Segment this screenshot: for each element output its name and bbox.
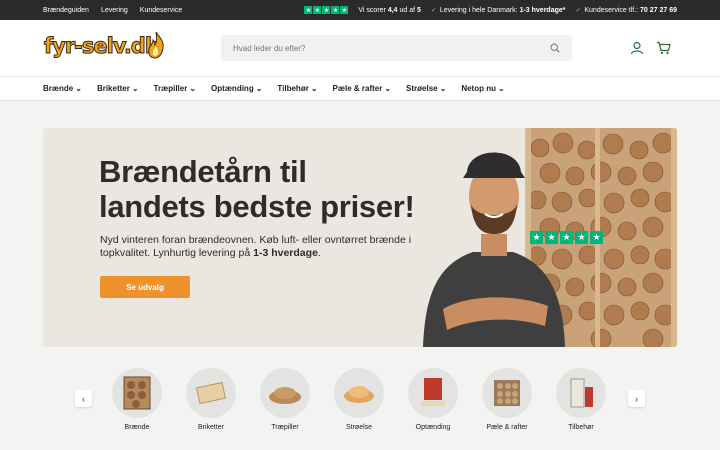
logo[interactable]: fyr-selv.dk [43, 31, 167, 63]
carousel-next-button[interactable]: › [628, 390, 645, 407]
search-icon[interactable] [550, 43, 560, 53]
top-bar: Brændeguiden Levering Kundeservice ★ ★ ★ ★ ★… [0, 0, 720, 20]
nav-item-traepiller[interactable]: Træpiller ⌄ [154, 84, 197, 93]
category-item-paele-rafter[interactable]: Pæle & rafter [477, 368, 537, 431]
trustpilot-badge: ★ ★ ★ ★ ★ [530, 231, 603, 244]
chevron-down-icon: ⌄ [189, 84, 197, 93]
chevron-down-icon: ⌄ [497, 84, 505, 93]
logo-text: fyr-selv.dk [44, 34, 160, 59]
category-item-stroelse[interactable]: Strøelse [329, 368, 389, 431]
chevron-down-icon: ⌄ [439, 84, 447, 93]
search-bar[interactable] [221, 35, 572, 61]
category-item-braende[interactable]: Brænde [107, 368, 167, 431]
nav-item-stroelse[interactable]: Strøelse ⌄ [406, 84, 446, 93]
chevron-left-icon: ‹ [82, 393, 85, 404]
carousel-prev-button[interactable]: ‹ [75, 390, 92, 407]
nav-item-optaending[interactable]: Optænding ⌄ [211, 84, 262, 93]
main-nav: Brænde ⌄ Briketter ⌄ Træpiller ⌄ Optænding ⌄… [0, 77, 720, 101]
chevron-down-icon: ⌄ [75, 84, 82, 93]
check-icon: ✓ [430, 7, 437, 14]
nav-item-paele-rafter[interactable]: Pæle & rafter ⌄ [333, 84, 392, 93]
bedding-icon [344, 386, 374, 403]
poles-icon [494, 380, 520, 406]
briquette-icon [196, 381, 226, 405]
topbar-link-service[interactable]: Kundeservice [140, 7, 182, 14]
nav-item-briketter[interactable]: Briketter ⌄ [97, 84, 139, 93]
search-input[interactable] [233, 43, 513, 53]
chevron-down-icon: ⌄ [255, 84, 263, 93]
category-item-briketter[interactable]: Briketter [181, 368, 241, 431]
chevron-right-icon: › [635, 393, 638, 404]
service-info: ✓ Kundeservice tlf.: 70 27 27 69 [575, 7, 678, 14]
category-carousel: ‹ Brænde Briketter Træpiller Strøelse Op… [0, 358, 720, 450]
check-icon: ✓ [575, 7, 582, 14]
topbar-link-guide[interactable]: Brændeguiden [43, 7, 89, 14]
delivery-info: ✓ Levering i hele Danmark: 1-3 hverdage* [430, 7, 566, 14]
firestarter-icon [421, 378, 445, 406]
accessories-icon [570, 378, 593, 408]
firewood-box-icon [123, 376, 151, 410]
nav-item-braende[interactable]: Brænde ⌄ [43, 84, 82, 93]
hero-banner: Brændetårn til landets bedste priser! Nyd… [43, 128, 677, 347]
header: fyr-selv.dk [0, 20, 720, 77]
category-item-tilbehoer[interactable]: Tilbehør [551, 368, 611, 431]
user-icon[interactable] [630, 41, 644, 55]
see-selection-button[interactable]: Se udvalg [100, 276, 190, 298]
chevron-down-icon: ⌄ [384, 84, 392, 93]
category-item-traepiller[interactable]: Træpiller [255, 368, 315, 431]
rating-text: Vi scorer 4,4 ud af 5 [358, 6, 421, 14]
category-item-optaending[interactable]: Optænding [403, 368, 463, 431]
nav-item-tilbehoer[interactable]: Tilbehør ⌄ [277, 84, 317, 93]
hero-title: Brændetårn til landets bedste priser! [99, 154, 415, 224]
chevron-down-icon: ⌄ [131, 84, 139, 93]
nav-item-netop-nu[interactable]: Netop nu ⌄ [461, 84, 504, 93]
topbar-link-delivery[interactable]: Levering [101, 7, 128, 14]
wood-pellets-icon [269, 387, 301, 404]
hero-text: Nyd vinteren foran brændeovnen. Køb luft… [100, 234, 412, 259]
flame-icon [148, 31, 164, 59]
chevron-down-icon: ⌄ [310, 84, 318, 93]
cart-icon[interactable] [656, 41, 671, 55]
trustpilot-stars[interactable]: ★ ★ ★ ★ ★ [304, 6, 349, 14]
